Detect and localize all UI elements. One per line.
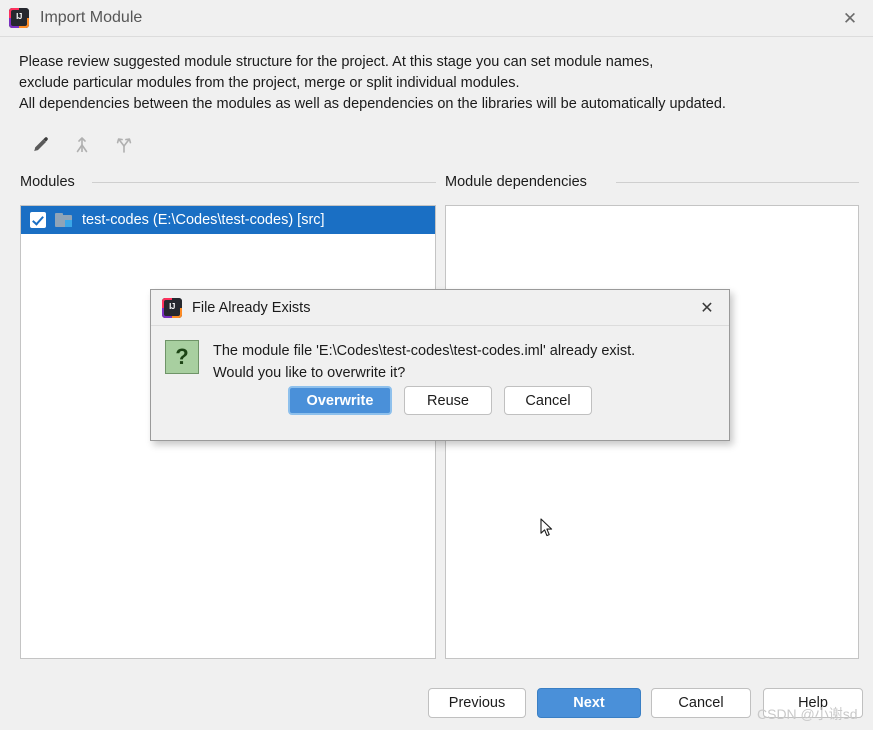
- close-icon[interactable]: ✕: [827, 0, 873, 37]
- intellij-idea-icon-text: IJ: [164, 300, 180, 316]
- question-mark-icon: ?: [165, 340, 199, 374]
- list-item[interactable]: test-codes (E:\Codes\test-codes) [src]: [21, 206, 435, 234]
- file-already-exists-dialog: IJ File Already Exists ✕ ? The module fi…: [150, 289, 730, 441]
- intellij-idea-icon: IJ: [162, 298, 182, 318]
- module-toolbar: [24, 130, 140, 160]
- split-module-icon: [108, 130, 140, 160]
- close-icon[interactable]: ✕: [685, 290, 729, 325]
- previous-button[interactable]: Previous: [428, 688, 526, 718]
- dialog-message: The module file 'E:\Codes\test-codes\tes…: [213, 340, 635, 384]
- intellij-idea-icon: IJ: [9, 8, 29, 28]
- module-folder-icon: [55, 213, 72, 227]
- intellij-idea-icon-text: IJ: [11, 10, 27, 26]
- dialog-message-line-1: The module file 'E:\Codes\test-codes\tes…: [213, 340, 635, 362]
- overwrite-button[interactable]: Overwrite: [288, 386, 392, 415]
- modules-section-label: Modules: [20, 174, 75, 190]
- description-line-3: All dependencies between the modules as …: [19, 94, 849, 115]
- dialog-titlebar: IJ File Already Exists ✕: [151, 290, 729, 326]
- window-titlebar: IJ Import Module ✕: [0, 0, 873, 37]
- dialog-message-line-2: Would you like to overwrite it?: [213, 362, 635, 384]
- description-line-2: exclude particular modules from the proj…: [19, 73, 849, 94]
- description-line-1: Please review suggested module structure…: [19, 52, 849, 73]
- dialog-body: ? The module file 'E:\Codes\test-codes\t…: [151, 326, 729, 384]
- modules-section-rule: [92, 182, 436, 183]
- question-mark-glyph: ?: [166, 341, 198, 373]
- dialog-cancel-button[interactable]: Cancel: [504, 386, 592, 415]
- help-button[interactable]: Help: [763, 688, 863, 718]
- merge-modules-icon: [66, 130, 98, 160]
- description-text: Please review suggested module structure…: [19, 52, 849, 115]
- cancel-button[interactable]: Cancel: [651, 688, 751, 718]
- dependencies-section-rule: [616, 182, 859, 183]
- module-label: test-codes (E:\Codes\test-codes) [src]: [82, 212, 325, 228]
- reuse-button[interactable]: Reuse: [404, 386, 492, 415]
- dialog-button-row: Overwrite Reuse Cancel: [151, 386, 729, 415]
- dependencies-section-label: Module dependencies: [445, 174, 587, 190]
- window-title: Import Module: [40, 9, 142, 27]
- dialog-title: File Already Exists: [192, 300, 310, 316]
- next-button[interactable]: Next: [537, 688, 641, 718]
- module-checkbox[interactable]: [30, 212, 46, 228]
- pencil-icon[interactable]: [24, 130, 56, 160]
